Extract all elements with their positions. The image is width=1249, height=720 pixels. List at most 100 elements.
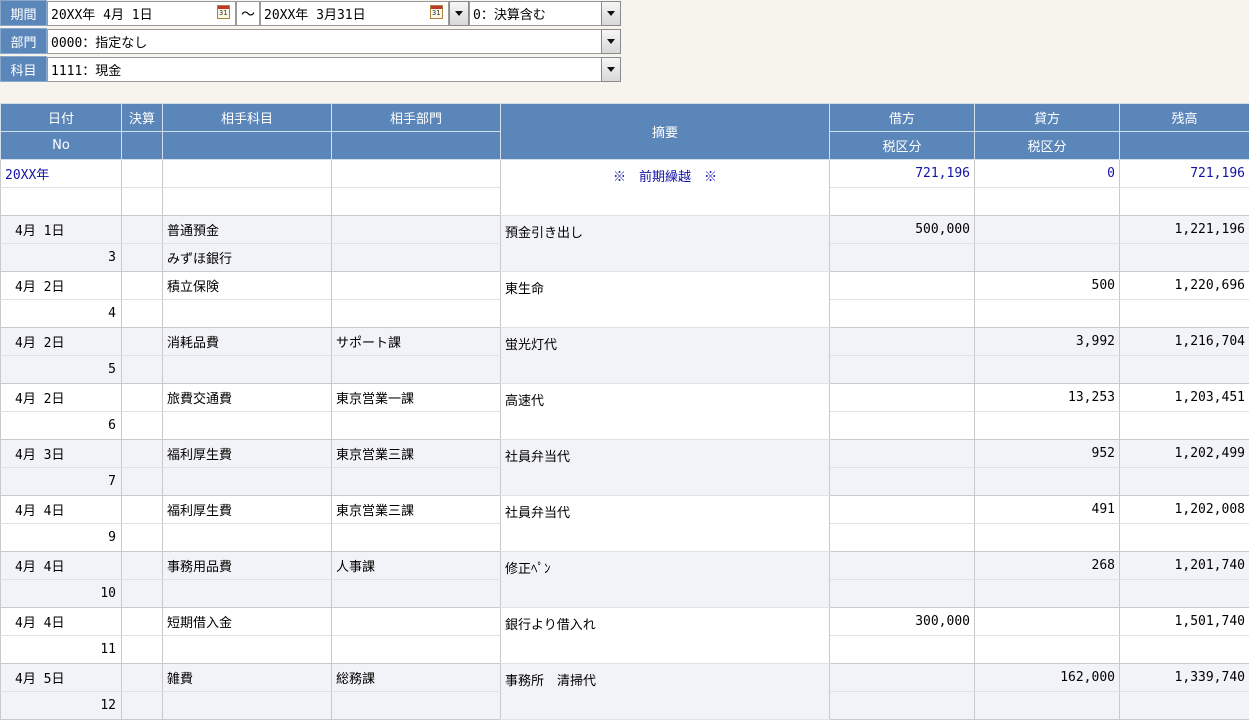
row-tax-debit — [829, 635, 975, 664]
row-tax-credit — [974, 579, 1120, 608]
row-memo: 高速代 — [500, 383, 830, 440]
row-tax-credit — [974, 411, 1120, 440]
col-debit-header[interactable]: 借方 — [829, 103, 975, 132]
table-row[interactable]: 4月 5日 雑費 総務課 事務所 清掃代 162,000 1,339,740 — [0, 663, 1249, 720]
col-settle-header[interactable]: 決算 — [121, 103, 163, 132]
row-partner-dept — [331, 271, 501, 300]
table-row[interactable]: 4月 1日 普通預金 預金引き出し 500,000 1,221,196 — [0, 215, 1249, 272]
dept-dropdown-button[interactable] — [601, 29, 621, 54]
row-debit: 500,000 — [829, 215, 975, 244]
row-settle — [121, 439, 163, 468]
row-partner-account: 事務用品費 — [162, 551, 332, 580]
row-tax-credit — [974, 243, 1120, 272]
chevron-down-icon — [607, 67, 615, 72]
row-partner-dept — [331, 215, 501, 244]
row-date: 4月 4日 — [0, 551, 122, 580]
carry-forward-row[interactable]: 20XX年 ※ 前期繰越 ※ 721,196 0 721,196 — [0, 159, 1249, 216]
col-balance-header[interactable]: 残高 — [1119, 103, 1249, 132]
col-balance-sub-header — [1119, 131, 1249, 160]
table-row[interactable]: 4月 3日 福利厚生費 東京営業三課 社員弁当代 952 1,202,499 — [0, 439, 1249, 496]
row-memo: 事務所 清掃代 — [500, 663, 830, 720]
date-from-value: 20XX年 4月 1日 — [51, 8, 153, 23]
row-debit — [829, 551, 975, 580]
row-partner-dept: 人事課 — [331, 551, 501, 580]
row-credit: 500 — [974, 271, 1120, 300]
row-debit — [829, 383, 975, 412]
row-date: 4月 4日 — [0, 495, 122, 524]
carry-memo: ※ 前期繰越 ※ — [500, 159, 830, 216]
row-no: 4 — [0, 299, 122, 328]
dept-select[interactable]: 0000：指定なし — [47, 29, 602, 54]
settlement-select[interactable]: 0：決算含む — [469, 1, 602, 26]
ledger-body: 20XX年 ※ 前期繰越 ※ 721,196 0 721,196 4月 1日 普通… — [0, 159, 1249, 720]
row-partner-account-sub: みずほ銀行 — [162, 243, 332, 272]
date-to-field[interactable]: 20XX年 3月31日 — [260, 1, 449, 26]
account-select[interactable]: 1111：現金 — [47, 57, 602, 82]
table-row[interactable]: 4月 4日 福利厚生費 東京営業三課 社員弁当代 491 1,202,008 — [0, 495, 1249, 552]
row-partner-account: 積立保険 — [162, 271, 332, 300]
date-to-dropdown-button[interactable] — [449, 1, 469, 26]
row-credit — [974, 215, 1120, 244]
row-partner-dept: 東京営業三課 — [331, 495, 501, 524]
settlement-dropdown-button[interactable] — [601, 1, 621, 26]
row-debit — [829, 327, 975, 356]
col-memo-header[interactable]: 摘要 — [500, 103, 830, 160]
row-tax-debit — [829, 243, 975, 272]
table-row[interactable]: 4月 4日 短期借入金 銀行より借入れ 300,000 1,501,740 — [0, 607, 1249, 664]
row-partner-account-sub — [162, 691, 332, 720]
row-partner-account: 旅費交通費 — [162, 383, 332, 412]
row-balance: 1,203,451 — [1119, 383, 1249, 412]
row-tax-credit — [974, 635, 1120, 664]
table-row[interactable]: 4月 2日 消耗品費 サポート課 蛍光灯代 3,992 1,216,704 — [0, 327, 1249, 384]
row-settle — [121, 327, 163, 356]
row-date: 4月 2日 — [0, 327, 122, 356]
account-dropdown-button[interactable] — [601, 57, 621, 82]
col-no-header[interactable]: No — [0, 131, 122, 160]
row-no: 11 — [0, 635, 122, 664]
row-partner-dept: 東京営業一課 — [331, 383, 501, 412]
carry-year: 20XX年 — [0, 159, 122, 188]
row-no: 12 — [0, 691, 122, 720]
row-date: 4月 5日 — [0, 663, 122, 692]
row-partner-account-sub — [162, 635, 332, 664]
table-row[interactable]: 4月 4日 事務用品費 人事課 修正ﾍﾟﾝ 268 1,201,740 — [0, 551, 1249, 608]
row-partner-account-sub — [162, 579, 332, 608]
row-no: 10 — [0, 579, 122, 608]
chevron-down-icon — [455, 11, 463, 16]
calendar-icon[interactable]: 31 — [217, 5, 230, 19]
col-tax-debit-header[interactable]: 税区分 — [829, 131, 975, 160]
row-tax-credit — [974, 523, 1120, 552]
row-partner-account-sub — [162, 355, 332, 384]
row-tax-credit — [974, 467, 1120, 496]
row-partner-dept — [331, 607, 501, 636]
row-date: 4月 2日 — [0, 271, 122, 300]
row-date: 4月 4日 — [0, 607, 122, 636]
calendar-icon[interactable]: 31 — [430, 5, 443, 19]
row-partner-account-sub — [162, 299, 332, 328]
col-tax-credit-header[interactable]: 税区分 — [974, 131, 1120, 160]
row-tax-debit — [829, 355, 975, 384]
dept-value: 0000：指定なし — [51, 36, 148, 51]
row-no: 9 — [0, 523, 122, 552]
row-partner-dept: サポート課 — [331, 327, 501, 356]
row-partner-account: 雑費 — [162, 663, 332, 692]
row-partner-account: 短期借入金 — [162, 607, 332, 636]
row-tax-credit — [974, 355, 1120, 384]
col-credit-header[interactable]: 貸方 — [974, 103, 1120, 132]
row-partner-account: 消耗品費 — [162, 327, 332, 356]
row-balance: 1,202,008 — [1119, 495, 1249, 524]
date-from-field[interactable]: 20XX年 4月 1日 — [47, 1, 236, 26]
row-partner-account-sub — [162, 467, 332, 496]
col-date-header[interactable]: 日付 — [0, 103, 122, 132]
ledger-table: 日付 決算 相手科目 相手部門 摘要 借方 貸方 残高 No 税区分 税区分 2… — [0, 103, 1249, 720]
row-debit — [829, 439, 975, 468]
row-tax-debit — [829, 411, 975, 440]
row-credit: 3,992 — [974, 327, 1120, 356]
col-partner-account-header[interactable]: 相手科目 — [162, 103, 332, 132]
col-partner-dept-header[interactable]: 相手部門 — [331, 103, 501, 132]
row-tax-debit — [829, 467, 975, 496]
table-row[interactable]: 4月 2日 積立保険 東生命 500 1,220,696 — [0, 271, 1249, 328]
row-settle — [121, 495, 163, 524]
table-row[interactable]: 4月 2日 旅費交通費 東京営業一課 高速代 13,253 1,203,451 — [0, 383, 1249, 440]
period-label: 期間 — [0, 0, 47, 26]
